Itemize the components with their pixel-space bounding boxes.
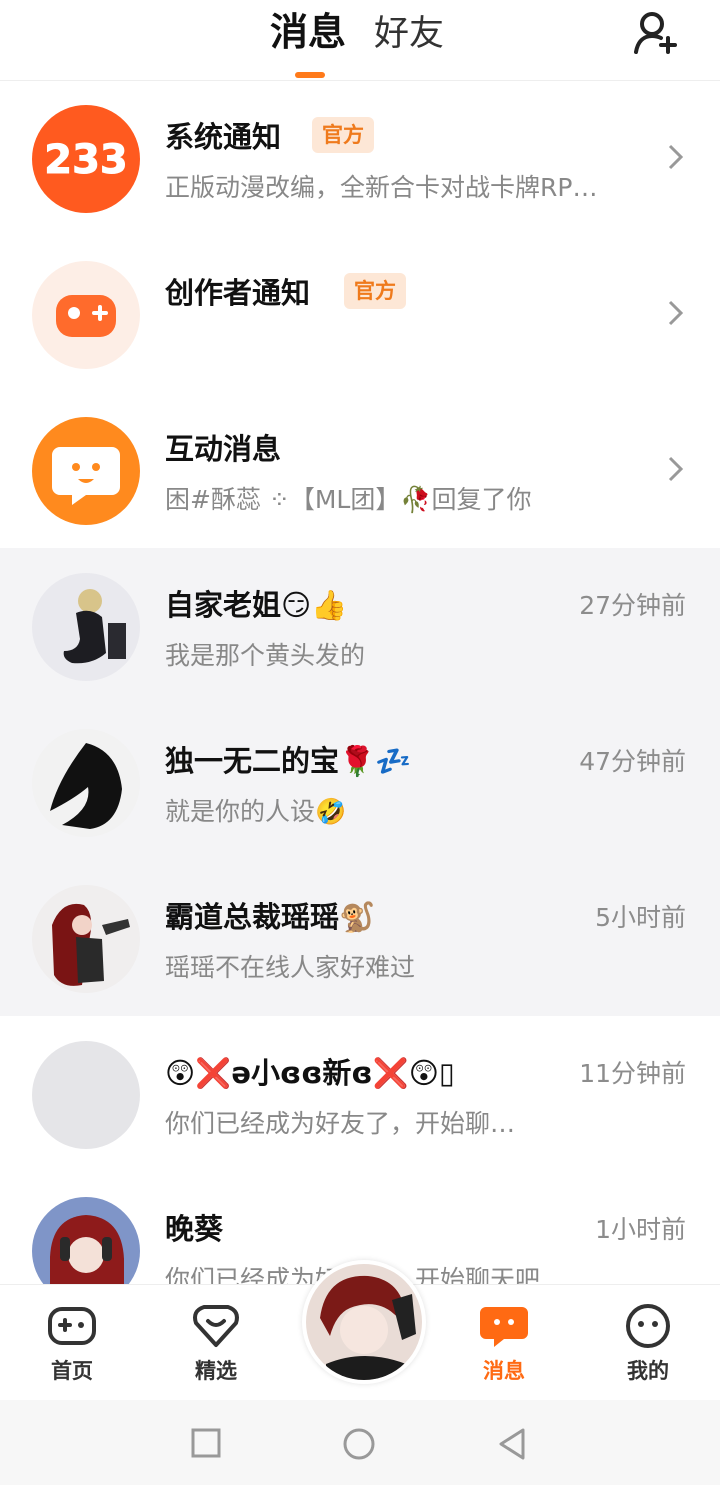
center-avatar-button[interactable]	[302, 1260, 426, 1384]
notice-preview: 困#酥蕊 ⁘【ML团】🥀回复了你	[165, 485, 532, 514]
chevron-right-icon	[668, 300, 684, 326]
chat-smile-icon	[32, 417, 140, 525]
home-button-icon[interactable]	[342, 1427, 376, 1461]
nav-label: 首页	[51, 1359, 93, 1383]
system-233-logo-icon: 233	[32, 105, 140, 213]
conversation-row[interactable]: 自家老姐😏👍 我是那个黄头发的 27分钟前	[0, 548, 720, 704]
notice-row-interaction[interactable]: 互动消息 困#酥蕊 ⁘【ML团】🥀回复了你	[0, 392, 720, 548]
nav-label: 精选	[195, 1359, 237, 1383]
contact-name: 独一无二的宝🌹💤	[165, 744, 412, 778]
notice-row-system[interactable]: 233 系统通知 官方 正版动漫改编，全新合卡对战卡牌RP…	[0, 80, 720, 236]
avatar	[32, 885, 140, 993]
system-navigation-bar	[0, 1400, 720, 1485]
contact-name: 自家老姐😏👍	[165, 588, 348, 622]
chevron-right-icon	[668, 456, 684, 482]
svg-text:233: 233	[44, 137, 128, 183]
nav-home[interactable]: 首页	[27, 1303, 117, 1385]
message-preview: 你们已经成为好友了，开始聊…	[165, 1109, 516, 1138]
avatar	[32, 573, 140, 681]
contact-name: 晚葵	[165, 1212, 224, 1246]
conversation-row[interactable]: 霸道总裁瑶瑶🐒 瑶瑶不在线人家好难过 5小时前	[0, 860, 720, 1016]
message-preview: 我是那个黄头发的	[165, 641, 366, 670]
conversation-row[interactable]: 独一无二的宝🌹💤 就是你的人设🤣 47分钟前	[0, 704, 720, 860]
nav-messages[interactable]: 消息	[459, 1303, 549, 1385]
nav-label: 消息	[483, 1359, 525, 1383]
tab-messages[interactable]: 消息	[270, 10, 346, 54]
notice-title: 系统通知	[165, 120, 282, 154]
tab-friends[interactable]: 好友	[374, 12, 444, 56]
active-tab-indicator	[295, 72, 325, 78]
avatar	[32, 1041, 140, 1149]
notice-preview: 正版动漫改编，全新合卡对战卡牌RP…	[165, 173, 598, 202]
official-badge: 官方	[312, 117, 374, 153]
nav-label: 我的	[627, 1359, 669, 1383]
official-badge: 官方	[344, 273, 406, 309]
notice-title: 创作者通知	[165, 276, 311, 310]
message-time: 5小时前	[595, 903, 686, 932]
message-time: 11分钟前	[579, 1059, 686, 1088]
face-icon	[626, 1304, 670, 1348]
nav-me[interactable]: 我的	[603, 1303, 693, 1385]
chevron-right-icon	[668, 144, 684, 170]
message-preview: 就是你的人设🤣	[165, 797, 347, 826]
contact-name: 霸道总裁瑶瑶🐒	[165, 900, 376, 934]
message-time: 47分钟前	[579, 747, 686, 776]
gamepad-icon	[48, 1307, 96, 1345]
notice-title: 互动消息	[165, 432, 282, 466]
message-time: 1小时前	[595, 1215, 686, 1244]
contact-name: 😲❌ə小ɞɞ新ɞ❌😲▯	[165, 1056, 455, 1090]
top-header: 消息 好友	[0, 0, 720, 81]
message-time: 27分钟前	[579, 591, 686, 620]
recent-apps-icon[interactable]	[190, 1427, 222, 1459]
gamepad-plus-icon	[32, 261, 140, 369]
add-user-icon[interactable]	[632, 8, 680, 56]
notice-row-creator[interactable]: 创作者通知 官方	[0, 236, 720, 392]
nav-featured[interactable]: 精选	[171, 1303, 261, 1385]
heart-diamond-icon	[193, 1305, 239, 1347]
message-icon	[480, 1307, 528, 1347]
message-preview: 瑶瑶不在线人家好难过	[165, 953, 416, 982]
back-button-icon[interactable]	[496, 1427, 528, 1461]
conversation-row[interactable]: 😲❌ə小ɞɞ新ɞ❌😲▯ 你们已经成为好友了，开始聊… 11分钟前	[0, 1016, 720, 1172]
avatar	[32, 729, 140, 837]
